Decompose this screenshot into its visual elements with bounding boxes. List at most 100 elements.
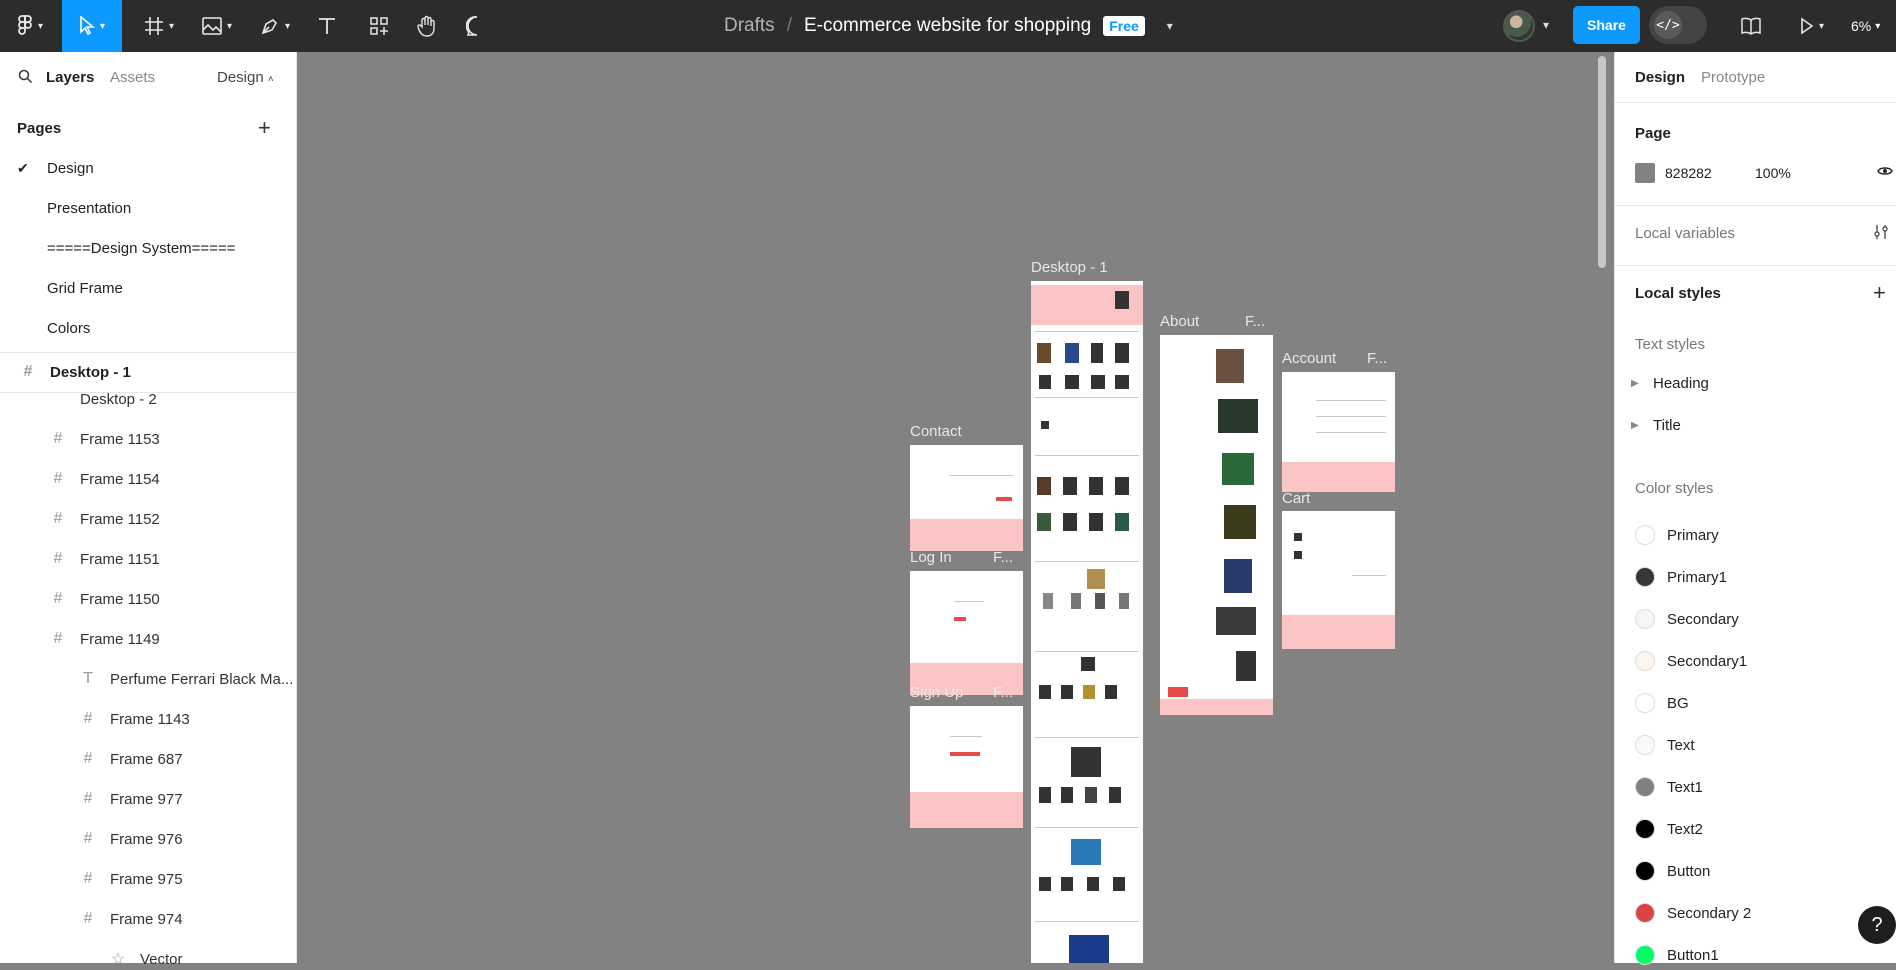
frame-label[interactable]: F... [993, 684, 1013, 701]
layer-row[interactable]: # Frame 974 [80, 908, 183, 930]
tab-layers[interactable]: Layers [46, 69, 94, 86]
eye-icon[interactable] [1877, 164, 1893, 182]
resources-button[interactable] [364, 0, 394, 52]
layer-row[interactable]: # Frame 1153 [50, 428, 160, 450]
product-thumb [1043, 593, 1053, 609]
frame-label[interactable]: F... [1245, 313, 1265, 330]
help-button[interactable]: ? [1858, 906, 1896, 944]
frame-contact[interactable] [910, 445, 1023, 551]
color-style-row[interactable]: Primary1 [1635, 565, 1727, 589]
variables-icon[interactable] [1873, 224, 1889, 245]
present-button[interactable]: ▾ [1792, 0, 1832, 52]
share-button[interactable]: Share [1573, 6, 1640, 44]
layer-row[interactable]: # Frame 1150 [50, 588, 160, 610]
pen-tool-button[interactable]: ▾ [254, 0, 296, 52]
frame-log-in[interactable] [910, 571, 1023, 695]
color-style-row[interactable]: Text [1635, 733, 1695, 757]
layer-row[interactable]: # Frame 1149 [50, 628, 160, 650]
image-tool-button[interactable]: ▾ [196, 0, 238, 52]
page-item-design-system[interactable]: =====Design System===== [47, 240, 235, 257]
breadcrumb-drafts[interactable]: Drafts [724, 15, 775, 37]
layer-row[interactable]: # Frame 1143 [80, 708, 190, 730]
color-style-row[interactable]: Button1 [1635, 943, 1719, 967]
frame-cart[interactable] [1282, 511, 1395, 649]
frame-label[interactable]: Cart [1282, 490, 1310, 507]
layer-row[interactable]: # Frame 1152 [50, 508, 160, 530]
local-styles-heading: Local styles [1635, 285, 1721, 302]
library-button[interactable] [1736, 0, 1766, 52]
search-icon[interactable] [18, 69, 33, 89]
color-style-row[interactable]: Secondary [1635, 607, 1739, 631]
layer-row[interactable]: # Frame 975 [80, 868, 183, 890]
plan-badge[interactable]: Free [1103, 16, 1145, 36]
frame-sign-up[interactable] [910, 706, 1023, 828]
canvas[interactable]: Desktop - 1 About F... Account F... Cart… [297, 52, 1613, 963]
file-name[interactable]: E-commerce website for shopping [804, 15, 1091, 37]
frame-label[interactable]: Account [1282, 350, 1336, 367]
main-menu-button[interactable]: ▾ [10, 0, 50, 52]
comment-tool-button[interactable] [462, 0, 492, 52]
divider [1316, 400, 1386, 401]
chevron-down-icon[interactable]: ▾ [1543, 18, 1549, 32]
local-variables-label[interactable]: Local variables [1635, 225, 1735, 242]
layer-row[interactable]: # Frame 1154 [50, 468, 160, 490]
move-tool-button[interactable]: ▾ [62, 0, 122, 52]
hand-tool-button[interactable] [412, 0, 442, 52]
tab-prototype[interactable]: Prototype [1701, 69, 1765, 86]
divider [954, 601, 984, 602]
color-style-row[interactable]: Primary [1635, 523, 1719, 547]
layer-row[interactable]: # Desktop - 1 [20, 361, 131, 383]
layer-row[interactable]: #Desktop - 2 [50, 388, 157, 410]
add-style-icon[interactable]: + [1873, 282, 1886, 304]
color-style-row[interactable]: Secondary1 [1635, 649, 1747, 673]
avatar[interactable] [1503, 10, 1535, 42]
text-style-row[interactable]: ▶ Heading [1631, 371, 1709, 395]
tab-assets[interactable]: Assets [110, 69, 155, 86]
add-page-icon[interactable]: + [258, 117, 271, 139]
canvas-scrollbar[interactable] [1598, 56, 1606, 268]
text-tool-button[interactable] [312, 0, 342, 52]
mode-switcher[interactable]: Design ˄ [217, 69, 274, 86]
color-style-row[interactable]: BG [1635, 691, 1689, 715]
zoom-menu[interactable]: 6% ▾ [1851, 0, 1880, 52]
color-style-row[interactable]: Text1 [1635, 775, 1703, 799]
frame-desktop-1[interactable] [1031, 281, 1143, 963]
product-thumb [1039, 685, 1051, 699]
divider [1035, 827, 1139, 828]
frame-label[interactable]: F... [993, 549, 1013, 566]
layer-row[interactable]: # Frame 977 [80, 788, 183, 810]
frame-account[interactable] [1282, 372, 1395, 492]
page-fill-opacity[interactable]: 100% [1755, 165, 1791, 181]
frame-label[interactable]: F... [1367, 350, 1387, 367]
text-style-row[interactable]: ▶ Title [1631, 413, 1681, 437]
frame-label[interactable]: Desktop - 1 [1031, 259, 1108, 276]
layer-row[interactable]: T Perfume Ferrari Black Ma... [80, 668, 293, 690]
page-item-design[interactable]: Design [47, 160, 94, 177]
tab-design[interactable]: Design [1635, 69, 1685, 86]
page-item-colors[interactable]: Colors [47, 320, 90, 337]
footer-band [1160, 699, 1273, 715]
color-style-row[interactable]: Button [1635, 859, 1710, 883]
frame-label[interactable]: Sign Up [910, 684, 963, 701]
footer-band [910, 519, 1023, 551]
frame-label[interactable]: Log In [910, 549, 952, 566]
page-fill-hex[interactable]: 828282 [1665, 165, 1712, 181]
layer-row[interactable]: # Frame 1151 [50, 548, 160, 570]
layer-row[interactable]: # Frame 687 [80, 748, 183, 770]
color-style-row[interactable]: Text2 [1635, 817, 1703, 841]
layer-row[interactable]: ☆ Vector [110, 948, 183, 970]
layer-row[interactable]: # Frame 976 [80, 828, 183, 850]
frame-about[interactable] [1160, 335, 1273, 715]
page-item-grid-frame[interactable]: Grid Frame [47, 280, 123, 297]
dev-mode-toggle[interactable]: </> [1649, 6, 1707, 44]
frame-label[interactable]: About [1160, 313, 1199, 330]
frame-tool-button[interactable]: ▾ [138, 0, 180, 52]
page-fill-swatch[interactable] [1635, 163, 1655, 183]
divider [0, 352, 297, 353]
frame-label[interactable]: Contact [910, 423, 962, 440]
page-item-presentation[interactable]: Presentation [47, 200, 131, 217]
color-style-row[interactable]: Secondary 2 [1635, 901, 1751, 925]
chevron-down-icon: ▾ [226, 20, 233, 32]
product-thumb [1061, 685, 1073, 699]
chevron-down-icon[interactable]: ▾ [1167, 19, 1173, 33]
